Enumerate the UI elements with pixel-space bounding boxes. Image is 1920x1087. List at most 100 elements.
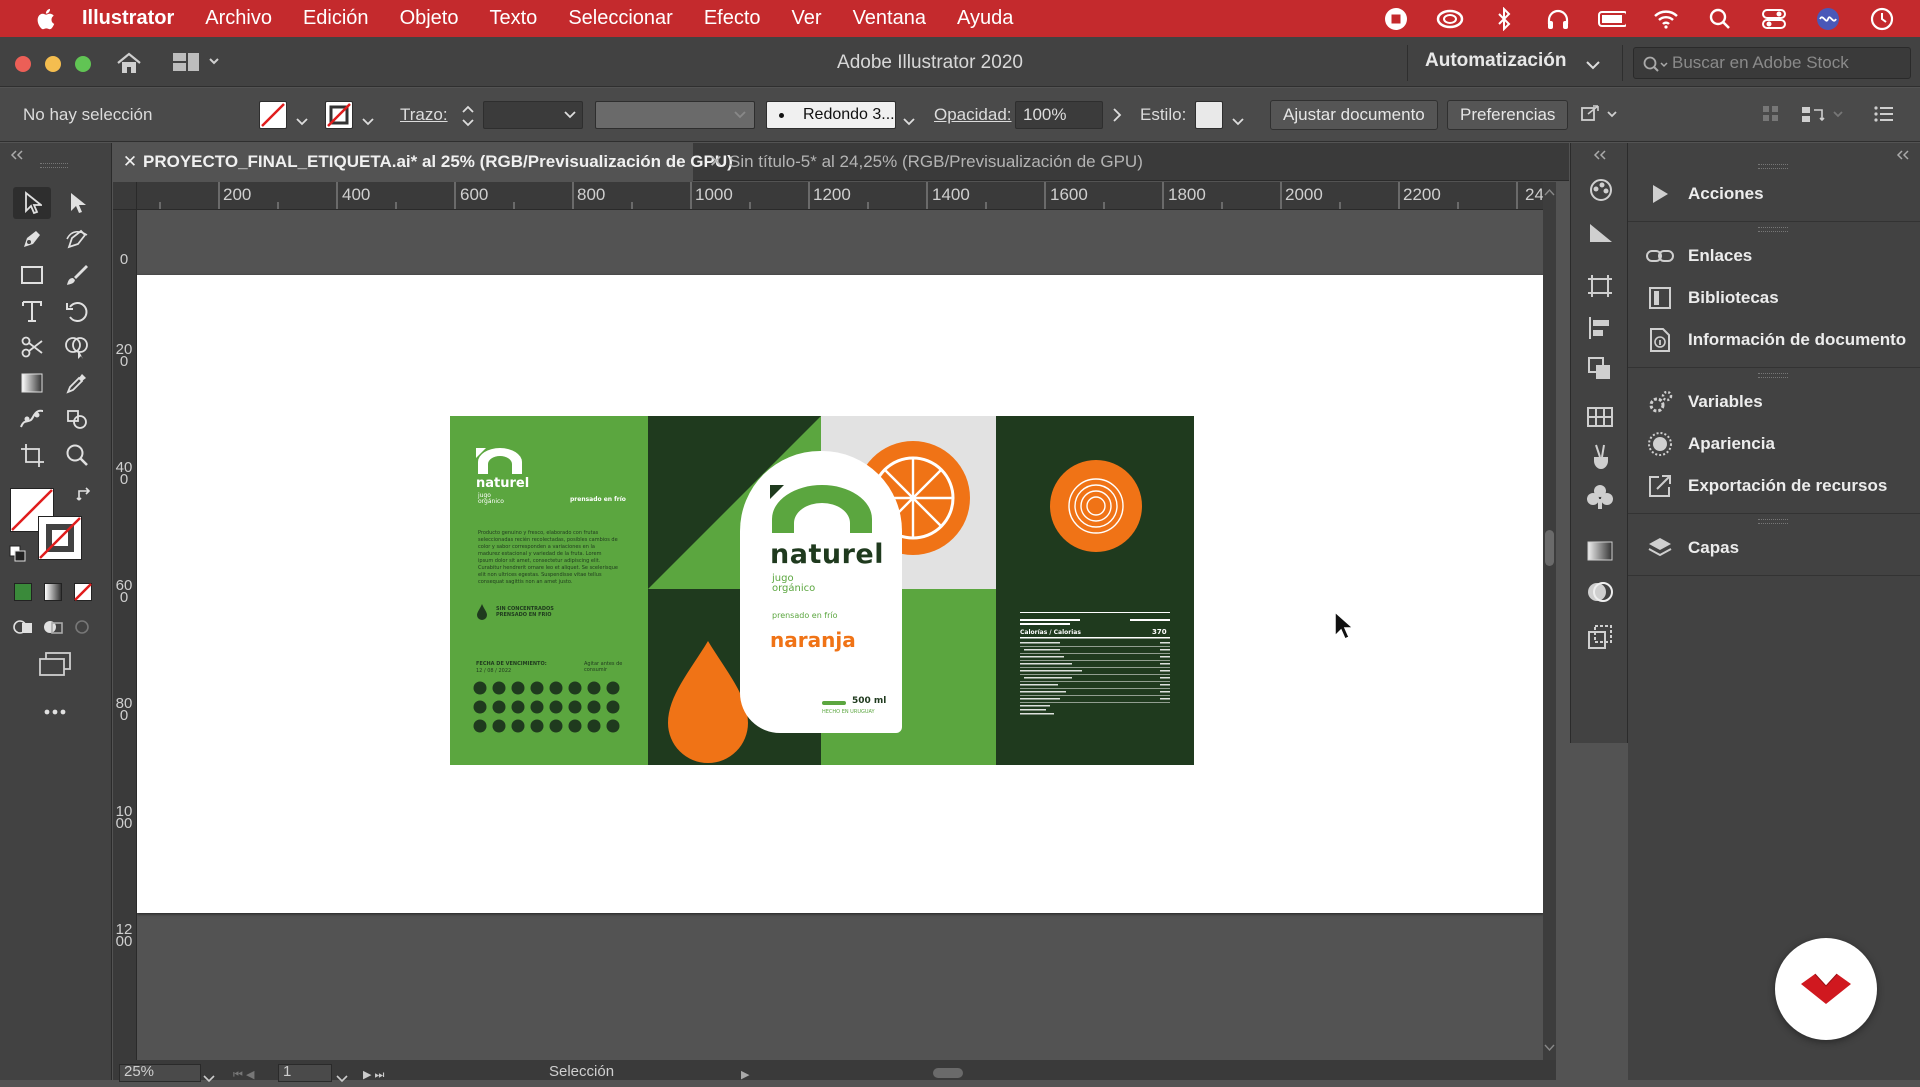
opacity-field[interactable]: 100%	[1015, 101, 1103, 129]
screen-time-icon[interactable]	[1868, 5, 1896, 33]
fill-chevron-icon[interactable]	[296, 111, 308, 131]
transparency-panel-icon[interactable]	[1586, 539, 1614, 568]
puppet-warp-tool-icon[interactable]	[13, 403, 51, 435]
menu-app-name[interactable]: Illustrator	[82, 7, 174, 30]
tab-sin-titulo[interactable]: ✕ Sin título-5* al 24,25% (RGB/Previsuali…	[699, 143, 1199, 181]
selection-tool-icon[interactable]	[13, 187, 51, 219]
vertical-scrollbar[interactable]	[1543, 182, 1556, 1060]
direct-selection-tool-icon[interactable]	[58, 187, 96, 219]
default-fill-stroke-icon[interactable]	[9, 545, 27, 568]
opacity-label[interactable]: Opacidad:	[934, 105, 1012, 125]
panel-apariencia[interactable]: Apariencia	[1628, 425, 1920, 463]
shape-builder-tool-icon[interactable]	[58, 331, 96, 363]
menu-seleccionar[interactable]: Seleccionar	[568, 7, 673, 30]
bluetooth-icon[interactable]	[1490, 5, 1518, 33]
arrange-grid-icon[interactable]	[1762, 105, 1780, 128]
style-chevron-icon[interactable]	[1232, 111, 1244, 131]
align-panel-icon[interactable]	[1586, 315, 1614, 346]
zoom-field[interactable]: 25%	[119, 1064, 201, 1082]
none-mode-button[interactable]	[74, 583, 92, 601]
transform-icon[interactable]	[1580, 104, 1620, 131]
status-menu-arrow-icon[interactable]: ▶	[741, 1068, 749, 1081]
menu-archivo[interactable]: Archivo	[205, 7, 272, 30]
wifi-icon[interactable]	[1652, 5, 1680, 33]
gradient-panel-icon[interactable]	[1587, 221, 1615, 250]
record-stop-icon[interactable]	[1382, 5, 1410, 33]
symbols-panel-icon[interactable]	[1586, 483, 1614, 516]
paintbrush-tool-icon[interactable]	[58, 259, 96, 291]
color-guide-icon[interactable]	[1587, 178, 1615, 207]
panel-acciones[interactable]: Acciones	[1628, 175, 1920, 213]
siri-icon[interactable]	[1814, 5, 1842, 33]
type-tool-icon[interactable]	[13, 295, 51, 327]
canvas-area[interactable]: naturel jugo orgánico prensado en frío P…	[137, 210, 1556, 1060]
vertical-ruler[interactable]: 0 200 400 600 800 1000 1200	[113, 210, 137, 1060]
stroke-chevron-icon[interactable]	[362, 111, 374, 131]
eyedropper-tool-icon[interactable]	[58, 367, 96, 399]
gradient-tool-icon[interactable]	[13, 367, 51, 399]
tab-proyecto-final[interactable]: ✕ PROYECTO_FINAL_ETIQUETA.ai* al 25% (RGB…	[113, 143, 733, 181]
stroke-weight-stepper[interactable]	[459, 102, 477, 135]
panel-informacion-documento[interactable]: Información de documento	[1628, 321, 1920, 359]
close-tab-icon[interactable]: ✕	[703, 143, 729, 181]
horizontal-scroll-thumb[interactable]	[933, 1068, 963, 1078]
zoom-chevron-icon[interactable]	[203, 1070, 215, 1087]
collapse-strip-icon[interactable]	[1593, 147, 1607, 165]
headphones-icon[interactable]	[1544, 5, 1572, 33]
fit-document-button[interactable]: Ajustar documento	[1270, 100, 1438, 130]
scissors-tool-icon[interactable]	[13, 331, 51, 363]
panel-enlaces[interactable]: Enlaces	[1628, 237, 1920, 275]
artboard-number-field[interactable]: 1	[278, 1064, 332, 1082]
menu-ayuda[interactable]: Ayuda	[957, 7, 1013, 30]
draw-normal-icon[interactable]	[12, 617, 34, 642]
status-tool-name[interactable]: Selección	[549, 1063, 614, 1080]
menu-ver[interactable]: Ver	[792, 7, 822, 30]
stroke-panel-icon[interactable]	[1586, 579, 1614, 610]
artboards-panel-icon[interactable]	[1586, 273, 1614, 304]
panel-exportacion-recursos[interactable]: Exportación de recursos	[1628, 467, 1920, 505]
stroke-weight-field[interactable]	[483, 101, 583, 129]
align-options-icon[interactable]	[1800, 104, 1846, 131]
fill-swatch[interactable]	[259, 101, 287, 129]
rectangle-tool-icon[interactable]	[13, 259, 51, 291]
draw-behind-icon[interactable]	[42, 617, 64, 642]
horizontal-ruler[interactable]: 200 400 600 800 1000 1200 1400 1600 1800…	[113, 182, 1556, 210]
zoom-tool-icon[interactable]	[58, 439, 96, 471]
transform-panel-icon[interactable]	[1586, 623, 1614, 656]
battery-icon[interactable]	[1598, 5, 1626, 33]
curvature-tool-icon[interactable]	[58, 223, 96, 255]
collapse-toolbar-icon[interactable]	[10, 147, 24, 165]
stock-search-input[interactable]: Buscar en Adobe Stock	[1633, 47, 1911, 79]
brushes-panel-icon[interactable]	[1586, 443, 1614, 476]
spotlight-search-icon[interactable]	[1706, 5, 1734, 33]
close-tab-icon[interactable]: ✕	[117, 143, 143, 181]
draw-inside-icon[interactable]	[72, 617, 94, 642]
variable-width-profile[interactable]	[595, 101, 755, 129]
swatches-panel-icon[interactable]	[1586, 405, 1614, 434]
pen-tool-icon[interactable]	[13, 223, 51, 255]
preferences-button[interactable]: Preferencias	[1447, 100, 1569, 130]
vertical-scroll-thumb[interactable]	[1545, 530, 1554, 566]
swap-fill-stroke-icon[interactable]	[76, 486, 94, 509]
menu-ventana[interactable]: Ventana	[853, 7, 926, 30]
artboard[interactable]: naturel jugo orgánico prensado en frío P…	[137, 275, 1544, 913]
edit-toolbar-icon[interactable]	[43, 703, 67, 721]
artboard-tool-icon[interactable]	[13, 439, 51, 471]
pathfinder-panel-icon[interactable]	[1586, 355, 1614, 386]
menu-objeto[interactable]: Objeto	[400, 7, 459, 30]
brush-definition-field[interactable]: Redondo 3...	[766, 101, 896, 129]
artboard-chevron-icon[interactable]	[336, 1070, 348, 1087]
color-mode-button[interactable]	[14, 583, 32, 601]
menu-texto[interactable]: Texto	[490, 7, 538, 30]
brush-chevron-icon[interactable]	[903, 111, 915, 131]
menu-edicion[interactable]: Edición	[303, 7, 369, 30]
control-center-icon[interactable]	[1760, 5, 1788, 33]
horizontal-scrollbar[interactable]	[765, 1066, 1545, 1078]
live-paint-tool-icon[interactable]	[58, 403, 96, 435]
apple-icon[interactable]	[32, 6, 58, 32]
panel-variables[interactable]: Variables	[1628, 383, 1920, 421]
screen-mode-icon[interactable]	[38, 651, 72, 682]
stroke-swatch[interactable]	[325, 101, 353, 129]
panel-capas[interactable]: Capas	[1628, 529, 1920, 567]
creative-cloud-icon[interactable]	[1436, 5, 1464, 33]
